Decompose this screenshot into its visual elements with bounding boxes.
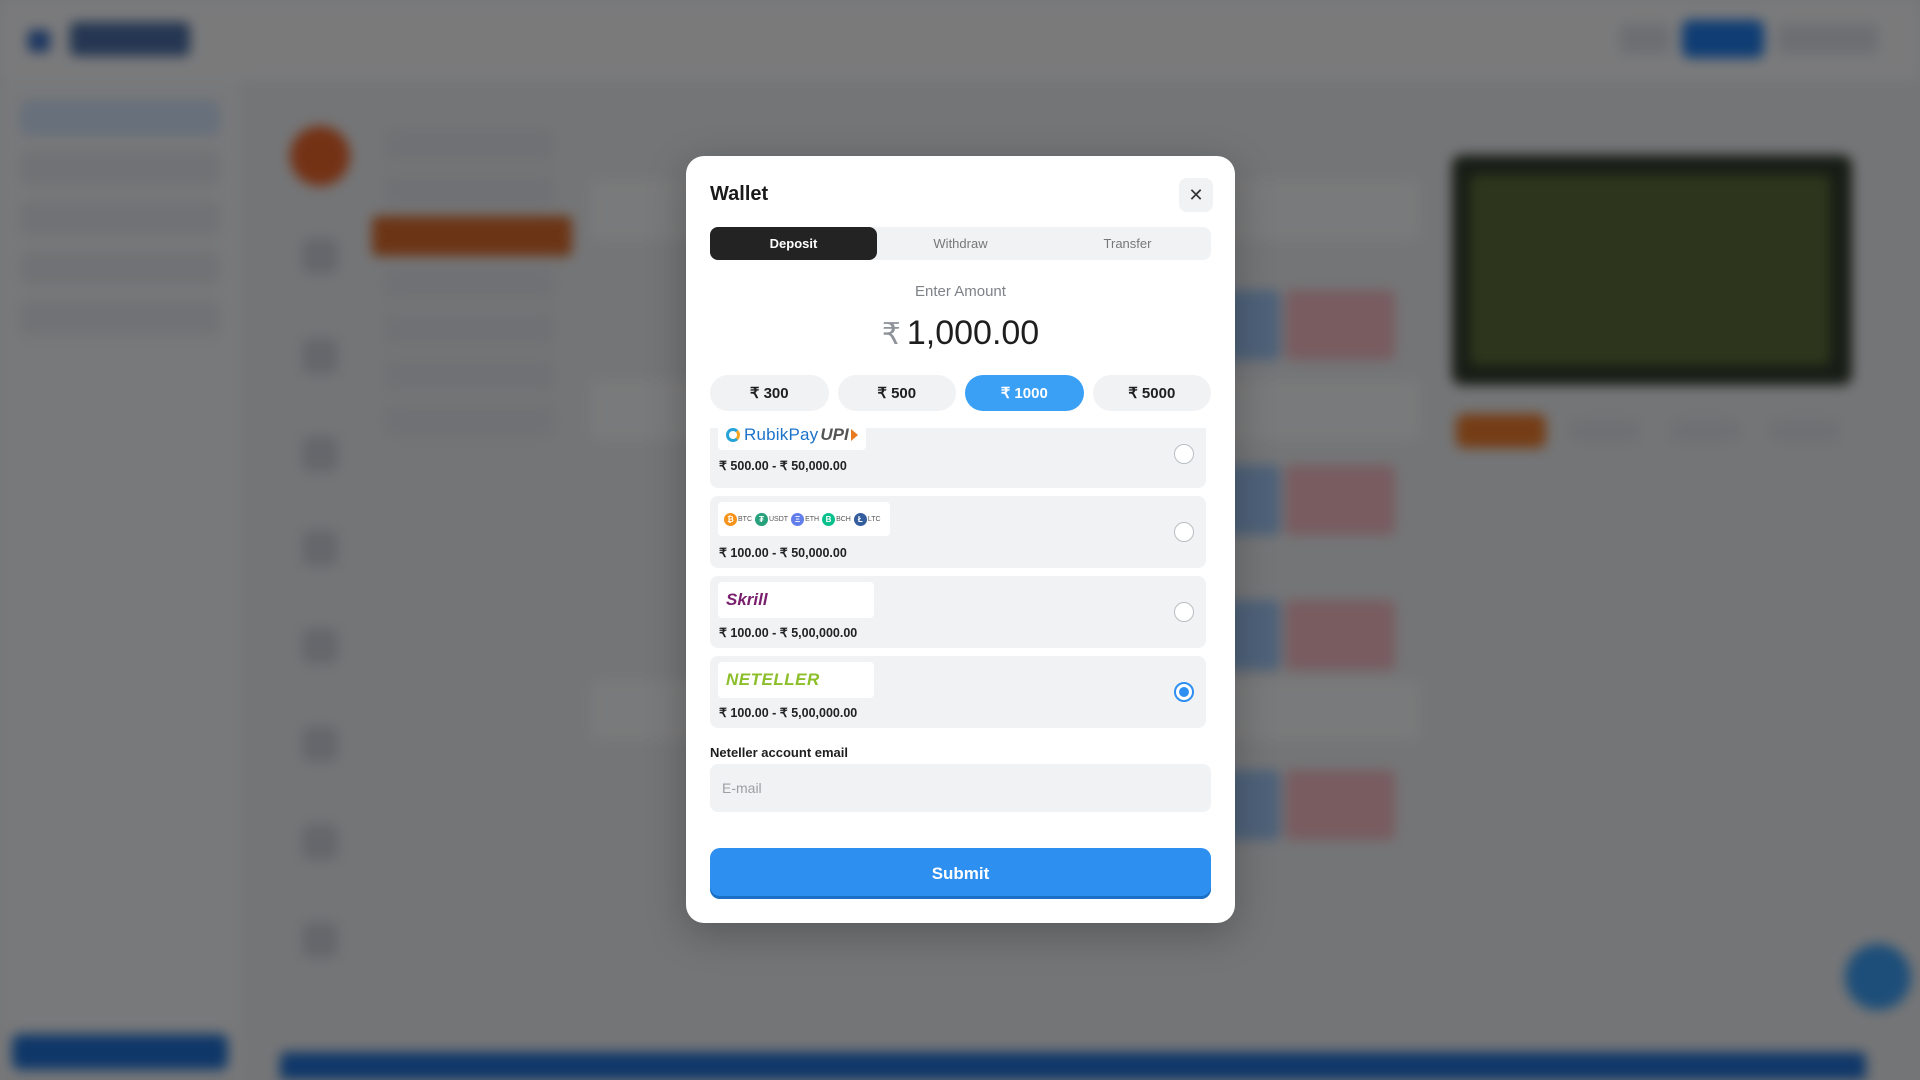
tab-deposit[interactable]: Deposit xyxy=(710,227,877,260)
neteller-logo: NETELLER xyxy=(718,662,874,698)
method-range: ₹ 100.00 - ₹ 5,00,000.00 xyxy=(719,626,858,640)
payment-method-skrill[interactable]: Skrill ₹ 100.00 - ₹ 5,00,000.00 xyxy=(710,576,1206,648)
wallet-modal: Wallet ✕ Deposit Withdraw Transfer Enter… xyxy=(686,156,1235,923)
method-range: ₹ 100.00 - ₹ 50,000.00 xyxy=(719,546,847,560)
amount-display[interactable]: ₹1,000.00 xyxy=(686,314,1235,353)
radio-skrill[interactable] xyxy=(1174,602,1194,622)
email-field-label: Neteller account email xyxy=(710,745,848,760)
radio-crypto[interactable] xyxy=(1174,522,1194,542)
ltc-icon: Ł LTC xyxy=(853,512,881,526)
amount-value: 1,000.00 xyxy=(906,314,1040,352)
radio-neteller[interactable] xyxy=(1174,682,1194,702)
payment-method-neteller[interactable]: NETELLER ₹ 100.00 - ₹ 5,00,000.00 xyxy=(710,656,1206,728)
modal-title: Wallet xyxy=(710,183,769,205)
rubikpay-logo: RubikPay UPI xyxy=(718,428,866,450)
btc-icon: ₿ BTC xyxy=(724,512,752,526)
method-range: ₹ 500.00 - ₹ 50,000.00 xyxy=(719,459,847,473)
payment-method-crypto[interactable]: ₿ BTC ₮ USDT Ξ ETH B BCH Ł LTC ₹ 100.00 - ₹ 5… xyxy=(710,496,1206,568)
quick-amount-1000[interactable]: ₹ 1000 xyxy=(965,375,1084,411)
close-icon: ✕ xyxy=(1188,184,1204,205)
bch-icon: B BCH xyxy=(822,512,851,526)
email-field[interactable] xyxy=(710,764,1211,812)
method-range: ₹ 100.00 - ₹ 5,00,000.00 xyxy=(719,706,858,720)
skrill-logo: Skrill xyxy=(718,582,874,618)
payment-method-rubikpay[interactable]: RubikPay UPI ₹ 500.00 - ₹ 50,000.00 xyxy=(710,428,1206,488)
upi-arrow-icon xyxy=(850,429,858,441)
currency-symbol: ₹ xyxy=(881,318,901,351)
crypto-logos: ₿ BTC ₮ USDT Ξ ETH B BCH Ł LTC xyxy=(718,502,890,536)
quick-amount-5000[interactable]: ₹ 5000 xyxy=(1092,375,1211,411)
radio-rubikpay[interactable] xyxy=(1174,444,1194,464)
quick-amount-500[interactable]: ₹ 500 xyxy=(837,375,956,411)
wallet-tabs: Deposit Withdraw Transfer xyxy=(710,227,1211,260)
tab-transfer[interactable]: Transfer xyxy=(1044,227,1211,260)
submit-button[interactable]: Submit xyxy=(710,848,1211,899)
usdt-icon: ₮ USDT xyxy=(755,512,788,526)
enter-amount-label: Enter Amount xyxy=(915,283,1006,300)
eth-icon: Ξ ETH xyxy=(791,512,819,526)
quick-amount-300[interactable]: ₹ 300 xyxy=(710,375,829,411)
tab-withdraw[interactable]: Withdraw xyxy=(877,227,1044,260)
rubikpay-mark-icon xyxy=(726,428,740,442)
close-button[interactable]: ✕ xyxy=(1179,178,1213,212)
payment-methods-list[interactable]: RubikPay UPI ₹ 500.00 - ₹ 50,000.00 ₿ BTC… xyxy=(710,428,1211,728)
quick-amounts: ₹ 300 ₹ 500 ₹ 1000 ₹ 5000 xyxy=(710,375,1211,411)
